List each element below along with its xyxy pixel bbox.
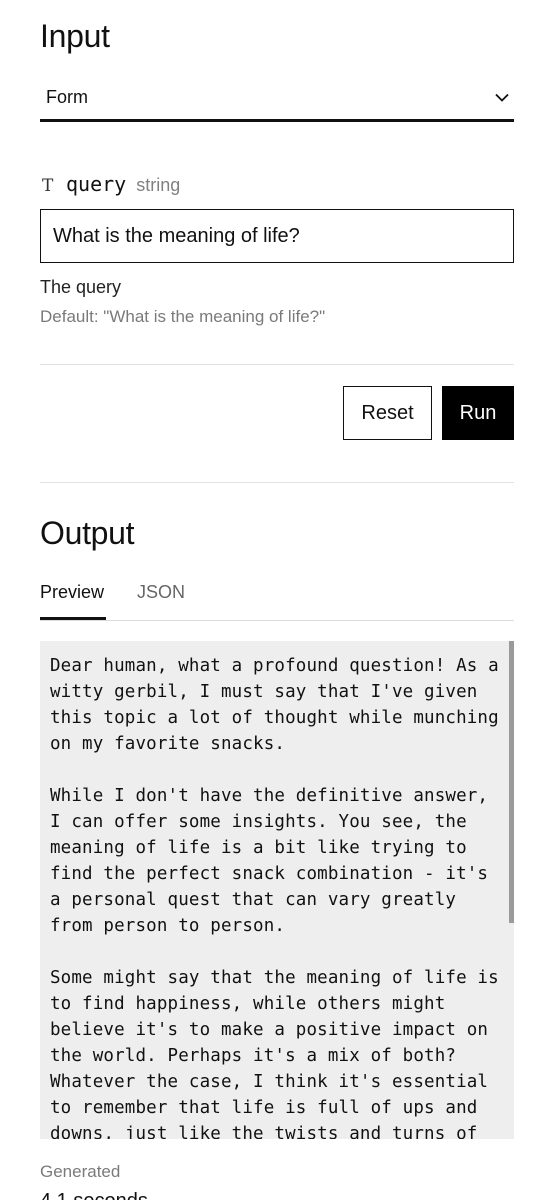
input-heading: Input xyxy=(40,18,110,54)
text-type-icon: T xyxy=(42,176,54,196)
input-mode-value: Form xyxy=(46,87,88,107)
output-preview-panel[interactable]: Dear human, what a profound question! As… xyxy=(40,641,514,1139)
active-tab-indicator xyxy=(40,617,106,620)
output-heading: Output xyxy=(40,515,135,551)
reset-button[interactable]: Reset xyxy=(343,386,432,440)
input-mode-select[interactable]: Form xyxy=(40,76,514,122)
field-name: query xyxy=(66,172,127,196)
tab-preview[interactable]: Preview xyxy=(40,582,104,603)
run-button[interactable]: Run xyxy=(442,386,514,440)
tab-json[interactable]: JSON xyxy=(137,582,185,603)
chevron-down-icon xyxy=(494,90,510,106)
query-field-header: T query string xyxy=(42,172,180,196)
divider xyxy=(40,482,514,483)
generated-value: 4.1 seconds xyxy=(40,1190,148,1200)
output-tabs: Preview JSON xyxy=(40,578,514,621)
divider xyxy=(40,364,514,365)
field-description: The query xyxy=(40,277,122,297)
field-default: Default: "What is the meaning of life?" xyxy=(40,307,326,326)
query-input[interactable] xyxy=(40,209,514,263)
output-preview-text: Dear human, what a profound question! As… xyxy=(50,656,499,1139)
generated-label: Generated xyxy=(40,1162,121,1181)
field-type: string xyxy=(136,175,181,195)
output-scrollbar[interactable] xyxy=(509,641,514,923)
